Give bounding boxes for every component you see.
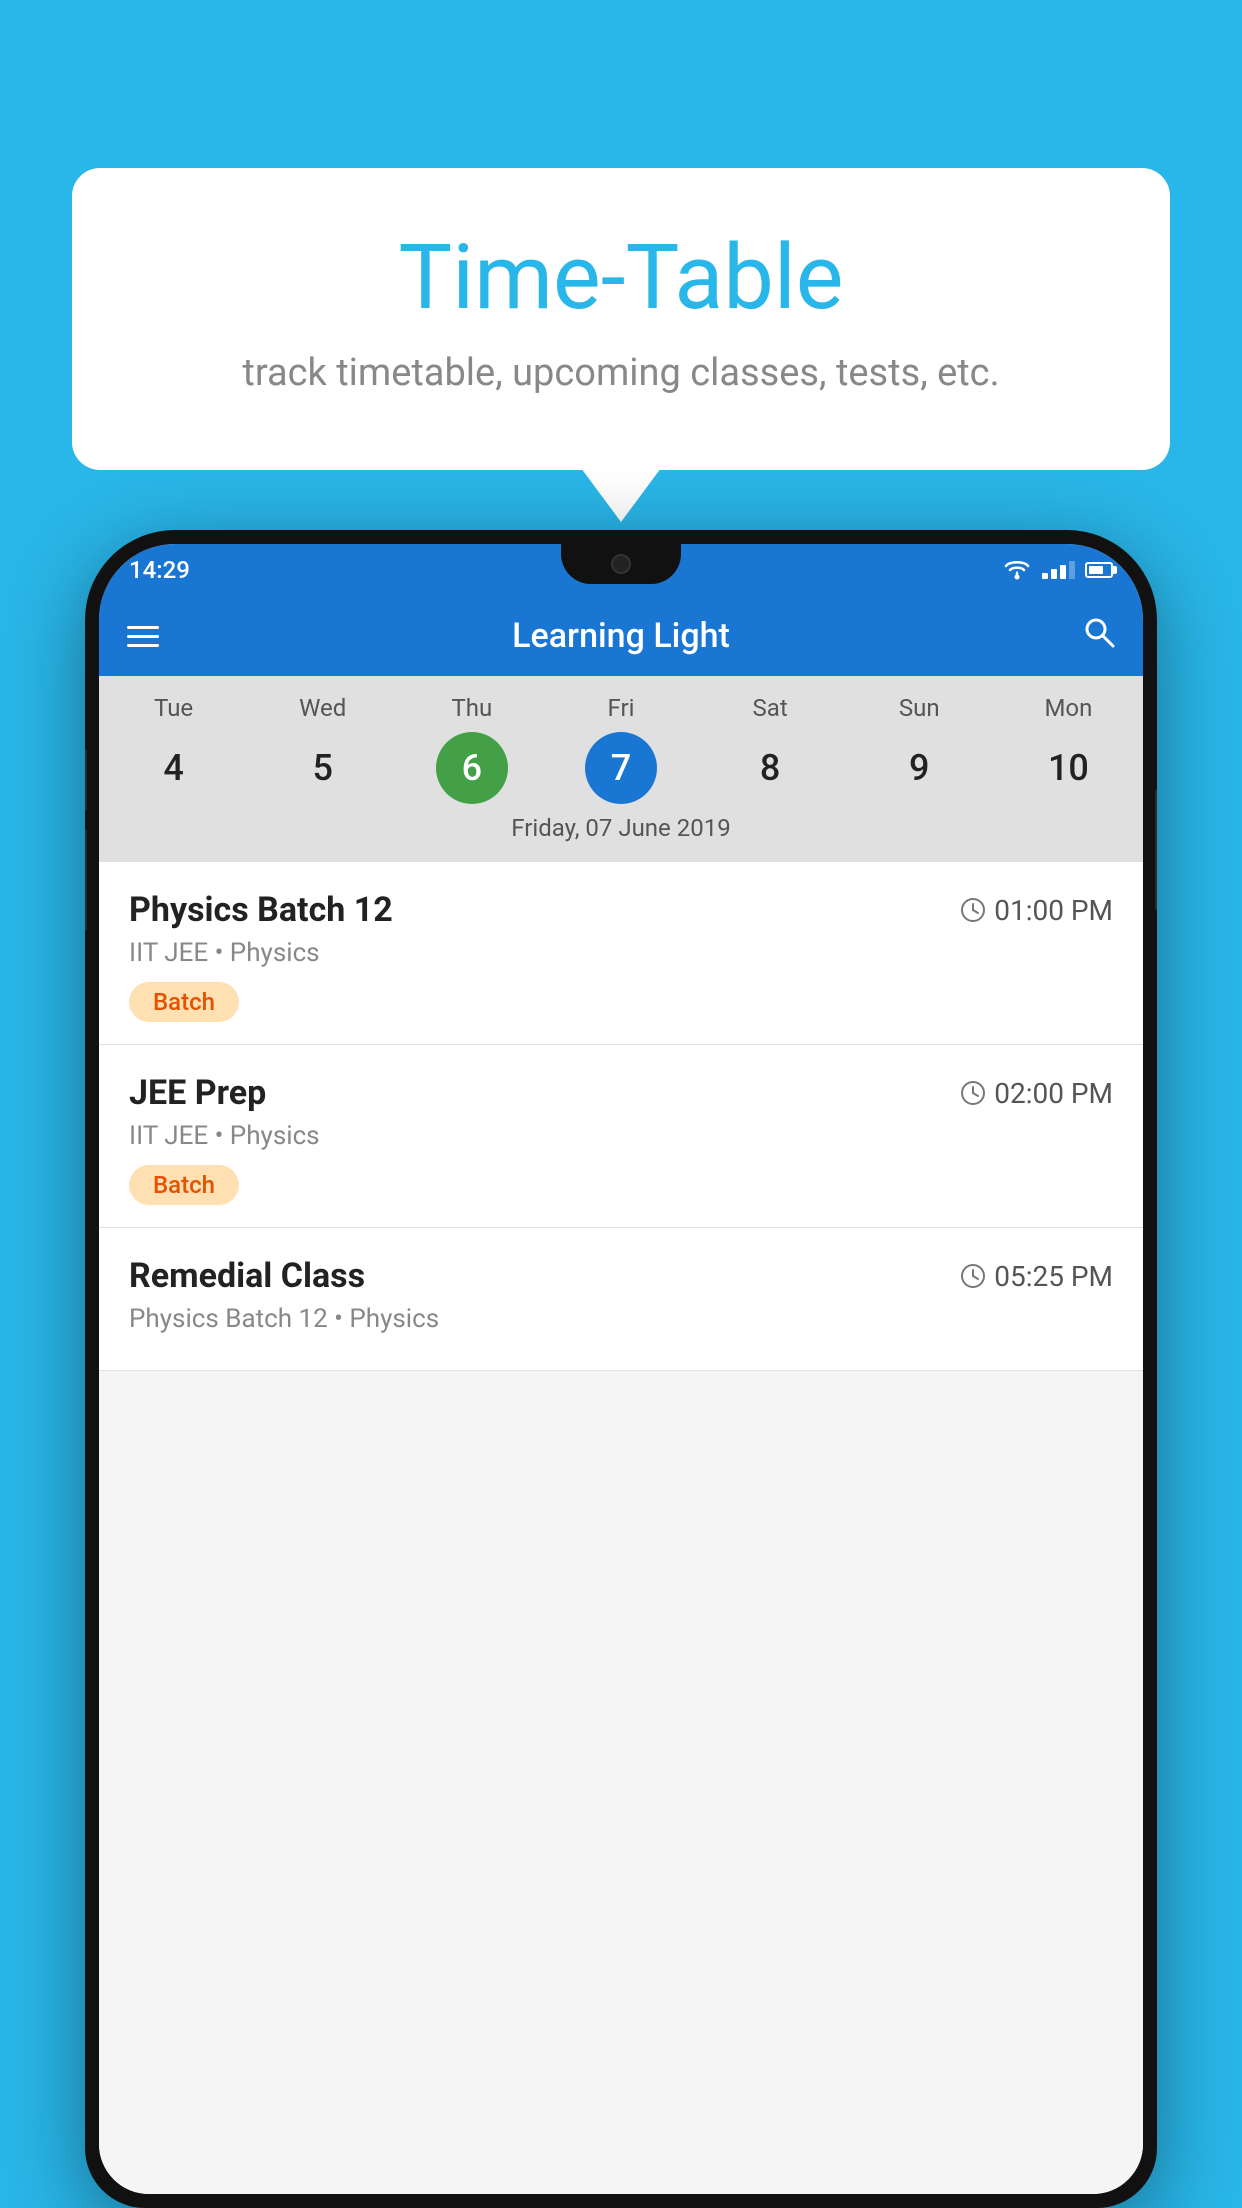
- day-tue: Tue: [99, 694, 248, 722]
- schedule-item-1-name: Physics Batch 12: [129, 890, 393, 930]
- volume-down-button: [85, 830, 87, 930]
- volume-up-button: [85, 750, 87, 810]
- day-thu: Thu: [397, 694, 546, 722]
- schedule-item-3-name: Remedial Class: [129, 1256, 365, 1296]
- batch-tag-2: Batch: [129, 1165, 239, 1205]
- battery-icon: [1085, 562, 1113, 578]
- schedule-item-3-header: Remedial Class 05:25 PM: [129, 1256, 1113, 1296]
- schedule-item-3-time: 05:25 PM: [960, 1260, 1113, 1293]
- date-5[interactable]: 5: [287, 732, 359, 804]
- day-mon: Mon: [994, 694, 1143, 722]
- date-9[interactable]: 9: [883, 732, 955, 804]
- status-icons: [1002, 559, 1113, 581]
- day-headers: Tue Wed Thu Fri Sat Sun Mon: [99, 694, 1143, 722]
- calendar-strip: Tue Wed Thu Fri Sat Sun Mon 4 5 6 7 8 9 …: [99, 676, 1143, 862]
- schedule-item-2-sub: IIT JEE • Physics: [129, 1121, 1113, 1151]
- signal-icon: [1042, 561, 1075, 579]
- wifi-icon: [1002, 559, 1032, 581]
- schedule-item-1[interactable]: Physics Batch 12 01:00 PM IIT JEE • Phys…: [99, 862, 1143, 1045]
- date-8[interactable]: 8: [734, 732, 806, 804]
- day-fri: Fri: [546, 694, 695, 722]
- schedule-item-3[interactable]: Remedial Class 05:25 PM Physics Batch 12…: [99, 1228, 1143, 1371]
- date-6-today[interactable]: 6: [436, 732, 508, 804]
- phone-notch: [561, 544, 681, 584]
- date-7-selected[interactable]: 7: [585, 732, 657, 804]
- clock-icon-1: [960, 897, 986, 923]
- schedule-item-2[interactable]: JEE Prep 02:00 PM IIT JEE • Physics Batc…: [99, 1045, 1143, 1228]
- app-toolbar: Learning Light: [99, 596, 1143, 676]
- status-time: 14:29: [129, 556, 190, 584]
- info-bubble: Time-Table track timetable, upcoming cla…: [72, 168, 1170, 470]
- day-wed: Wed: [248, 694, 397, 722]
- schedule-item-2-name: JEE Prep: [129, 1073, 266, 1113]
- search-button[interactable]: [1083, 616, 1115, 656]
- clock-icon-2: [960, 1080, 986, 1106]
- camera: [611, 554, 631, 574]
- phone-frame: 14:29: [85, 530, 1157, 2208]
- batch-tag-1: Batch: [129, 982, 239, 1022]
- schedule-item-1-time: 01:00 PM: [960, 894, 1113, 927]
- schedule-item-3-sub: Physics Batch 12 • Physics: [129, 1304, 1113, 1334]
- day-sun: Sun: [845, 694, 994, 722]
- day-numbers: 4 5 6 7 8 9 10: [99, 732, 1143, 804]
- power-button: [1155, 790, 1157, 910]
- schedule-item-1-sub: IIT JEE • Physics: [129, 938, 1113, 968]
- schedule-item-2-time: 02:00 PM: [960, 1077, 1113, 1110]
- menu-button[interactable]: [127, 626, 159, 647]
- bubble-subtitle: track timetable, upcoming classes, tests…: [152, 347, 1090, 400]
- day-sat: Sat: [696, 694, 845, 722]
- schedule-list: Physics Batch 12 01:00 PM IIT JEE • Phys…: [99, 862, 1143, 2194]
- calendar-date-label: Friday, 07 June 2019: [99, 814, 1143, 854]
- bubble-title: Time-Table: [152, 228, 1090, 327]
- app-title: Learning Light: [183, 616, 1059, 656]
- date-4[interactable]: 4: [138, 732, 210, 804]
- schedule-item-1-header: Physics Batch 12 01:00 PM: [129, 890, 1113, 930]
- schedule-item-2-header: JEE Prep 02:00 PM: [129, 1073, 1113, 1113]
- phone-screen: 14:29: [99, 544, 1143, 2194]
- date-10[interactable]: 10: [1032, 732, 1104, 804]
- clock-icon-3: [960, 1263, 986, 1289]
